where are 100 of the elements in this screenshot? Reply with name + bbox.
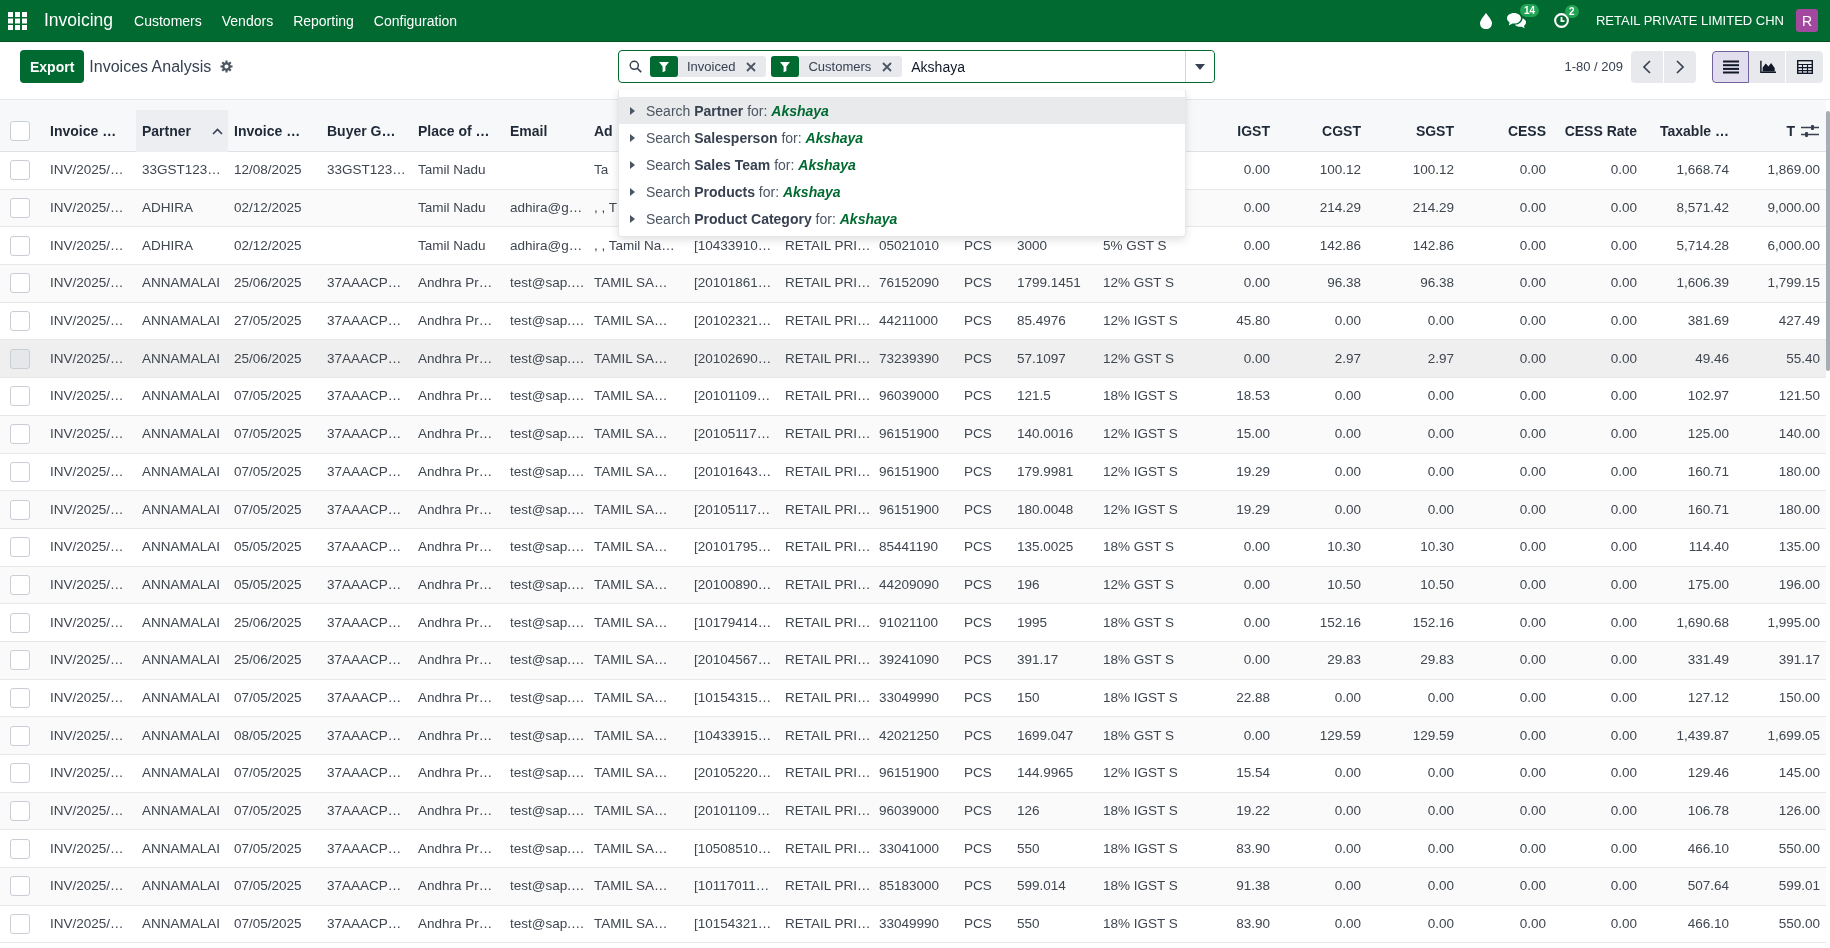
table-cell-text: 96039000: [878, 802, 940, 821]
table-cell-text: RETAIL PRI…: [784, 613, 871, 632]
table-cell-text: 0.00: [1519, 764, 1547, 783]
table-cell-text: Andhra Pr…: [417, 802, 493, 821]
table-cell-text: 33049990: [878, 688, 940, 707]
table-cell-text: TAMIL SA…: [593, 915, 668, 934]
table-cell-text: 0.00: [1519, 387, 1547, 406]
table-cell-text: 07/05/2025: [233, 500, 302, 519]
table-cell-text: [20104567…: [693, 651, 772, 670]
table-cell-text: 0.00: [1427, 764, 1455, 783]
table-cell-text: 3000: [1016, 236, 1048, 255]
table-cell-text: 127.12: [1687, 688, 1730, 707]
table-cell-text: ANNAMALAI: [141, 312, 221, 331]
table-cell-text: 1,995.00: [1767, 613, 1821, 632]
table-cell-text: 1,799.15: [1767, 274, 1821, 293]
table-cell-text: ANNAMALAI: [141, 387, 221, 406]
table-cell-text: 1799.1451: [1016, 274, 1081, 293]
table-cell-text: PCS: [963, 613, 992, 632]
table-cell-text: PCS: [963, 425, 992, 444]
table-cell-text: [10154321…: [693, 915, 772, 934]
table-cell-text: 135.0025: [1016, 538, 1074, 557]
table-cell-text: 1,439.87: [1676, 726, 1730, 745]
table-cell-text: 96039000: [878, 387, 940, 406]
table-cell-text: 180.00: [1778, 462, 1821, 481]
table-cell-text: Andhra Pr…: [417, 839, 493, 858]
table-cell-text: test@sap.…: [509, 915, 585, 934]
table-cell-text: 129.59: [1412, 726, 1455, 745]
table-cell-text: 0.00: [1610, 425, 1638, 444]
table-cell-text: 0.00: [1610, 274, 1638, 293]
table-cell-text: 25/06/2025: [233, 274, 302, 293]
table-cell-text: 0.00: [1334, 312, 1362, 331]
table-cell-text: 550.00: [1778, 839, 1821, 858]
table-cell-text: 0.00: [1427, 839, 1455, 858]
table-cell-text: ANNAMALAI: [141, 575, 221, 594]
table-cell-text: 1699.047: [1016, 726, 1074, 745]
table-cell-text: 121.5: [1016, 387, 1051, 406]
table-cell-text: ANNAMALAI: [141, 500, 221, 519]
table-cell-text: RETAIL PRI…: [784, 538, 871, 557]
table-cell-text: TAMIL SA…: [593, 877, 668, 896]
table-cell-text: 0.00: [1427, 462, 1455, 481]
table-cell-text: INV/2025/…: [49, 274, 124, 293]
table-cell-text: test@sap.…: [509, 387, 585, 406]
table-cell-text: PCS: [963, 802, 992, 821]
table-cell-text: Andhra Pr…: [417, 538, 493, 557]
table-cell-text: 02/12/2025: [233, 199, 302, 218]
table-cell-text: [10433910…: [693, 236, 772, 255]
table-cell-text: 142.86: [1412, 236, 1455, 255]
table-cell-text: 12% IGST S: [1102, 312, 1178, 331]
table-cell-text: test@sap.…: [509, 764, 585, 783]
table-cell-text: Andhra Pr…: [417, 726, 493, 745]
table-cell-text: 19.29: [1236, 500, 1271, 519]
table-cell-text: 05/05/2025: [233, 538, 302, 557]
table-cell-text: 0.00: [1243, 651, 1271, 670]
table-cell-text: 37AAACP…: [326, 538, 402, 557]
table-cell-text: PCS: [963, 349, 992, 368]
table-cell-text: 0.00: [1427, 500, 1455, 519]
table-cell-text: Tamil Nadu: [417, 236, 486, 255]
table-cell-text: 18.53: [1236, 387, 1271, 406]
table-cell-text: 0.00: [1610, 199, 1638, 218]
table-cell-text: TAMIL SA…: [593, 575, 668, 594]
table-cell-text: TAMIL SA…: [593, 425, 668, 444]
table-cell-text: TAMIL SA…: [593, 387, 668, 406]
facet-label: Invoiced: [687, 59, 736, 74]
table-cell-text: test@sap.…: [509, 613, 585, 632]
table-cell-text: 427.49: [1778, 312, 1821, 331]
table-cell-text: 0.00: [1610, 500, 1638, 519]
table-cell-text: 331.49: [1687, 651, 1730, 670]
table-cell-text: INV/2025/…: [49, 161, 124, 180]
table-cell-text: RETAIL PRI…: [784, 387, 871, 406]
table-cell-text: RETAIL PRI…: [784, 425, 871, 444]
table-cell-text: 73239390: [878, 349, 940, 368]
table-cell-text: test@sap.…: [509, 726, 585, 745]
table-cell-text: 37AAACP…: [326, 764, 402, 783]
table-cell-text: RETAIL PRI…: [784, 575, 871, 594]
count-badge: 2: [1564, 5, 1579, 18]
table-cell-text: INV/2025/…: [49, 839, 124, 858]
table-cell-text: [10508510…: [693, 839, 772, 858]
table-cell-text: 0.00: [1519, 651, 1547, 670]
table-cell-text: Andhra Pr…: [417, 462, 493, 481]
table-cell-text: INV/2025/…: [49, 877, 124, 896]
table-cell-text: 0.00: [1243, 613, 1271, 632]
table-cell-text: 10.30: [1420, 538, 1455, 557]
table-cell-text: 96151900: [878, 462, 940, 481]
table-cell-text: RETAIL PRI…: [784, 236, 871, 255]
table-cell-text: test@sap.…: [509, 575, 585, 594]
table-cell-text: 0.00: [1519, 500, 1547, 519]
table-cell-text: 0.00: [1519, 236, 1547, 255]
table-cell-text: 37AAACP…: [326, 613, 402, 632]
table-cell-text: 1,668.74: [1676, 161, 1730, 180]
table-cell-text: 07/05/2025: [233, 802, 302, 821]
table-cell-text: 57.1097: [1016, 349, 1066, 368]
table-cell-text: 25/06/2025: [233, 613, 302, 632]
table-cell-text: Andhra Pr…: [417, 575, 493, 594]
table-cell-text: test@sap.…: [509, 349, 585, 368]
table-cell-text: 1995: [1016, 613, 1048, 632]
table-cell-text: ANNAMALAI: [141, 651, 221, 670]
table-cell-text: 129.59: [1319, 726, 1362, 745]
table-cell-text: 18% IGST S: [1102, 802, 1178, 821]
table-cell-text: 96151900: [878, 425, 940, 444]
table-cell-text: 8,571.42: [1676, 199, 1730, 218]
